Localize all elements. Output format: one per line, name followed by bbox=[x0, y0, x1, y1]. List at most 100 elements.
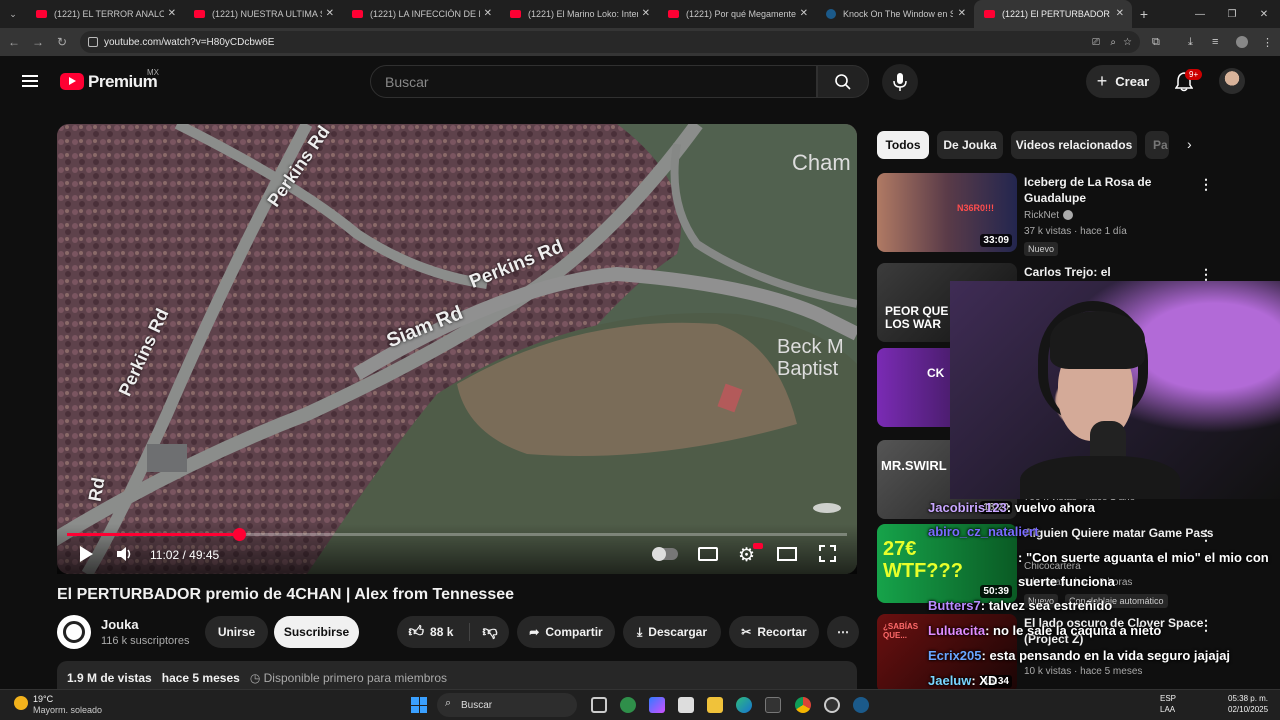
hamburger-menu-icon[interactable] bbox=[22, 75, 38, 87]
widgets-icon[interactable] bbox=[620, 697, 636, 713]
browser-tab[interactable]: (1221) El Marino Loko: Intentó ✕ bbox=[500, 0, 658, 28]
create-button[interactable]: + Crear bbox=[1086, 65, 1160, 98]
recommended-video[interactable]: N36R0!!! 33:09 Iceberg de La Rosa de Gua… bbox=[877, 173, 1277, 259]
channel-name[interactable]: Jouka bbox=[101, 617, 139, 632]
back-icon[interactable]: ← bbox=[2, 35, 26, 49]
search-button[interactable] bbox=[817, 65, 869, 98]
rec-menu-icon[interactable]: ⋮ bbox=[1199, 176, 1213, 193]
clock-date[interactable]: 02/10/2025 bbox=[1228, 705, 1268, 714]
url-field[interactable]: youtube.com/watch?v=H80yCDcbw6E ⎚ ⌕ ☆ bbox=[80, 31, 1140, 53]
chip-from-channel[interactable]: De Jouka bbox=[937, 131, 1003, 159]
browser-tab[interactable]: (1221) EL TERROR ANALOGICO ✕ bbox=[26, 0, 184, 28]
media-icon[interactable]: ≡ bbox=[1212, 28, 1218, 56]
chip-truncated[interactable]: Pa bbox=[1145, 131, 1169, 159]
copilot-icon[interactable] bbox=[649, 697, 665, 713]
like-dislike-group: 👍︎ 88 k 👎︎ bbox=[397, 616, 509, 648]
store-icon[interactable] bbox=[678, 697, 694, 713]
menu-kebab-icon[interactable]: ⋮ bbox=[1262, 28, 1273, 56]
obs-icon[interactable] bbox=[824, 697, 840, 713]
rec-channel[interactable]: RickNet bbox=[1024, 210, 1059, 221]
taskbar-search[interactable]: ⌕ Buscar bbox=[437, 693, 577, 717]
youtube-icon bbox=[194, 10, 205, 18]
clip-button[interactable]: ✂ Recortar bbox=[729, 616, 819, 648]
search-input[interactable]: Buscar bbox=[370, 65, 817, 98]
windows-taskbar: 19°C Mayorm. soleado ⌕ Buscar ESP LAA 05:… bbox=[0, 689, 1280, 720]
upload-age: hace 5 meses bbox=[161, 671, 240, 685]
more-icon: ⋯ bbox=[837, 625, 849, 639]
tab-search-icon[interactable]: ⌄ bbox=[0, 0, 26, 28]
rec-menu-icon[interactable]: ⋮ bbox=[1199, 617, 1213, 634]
site-info-icon[interactable] bbox=[88, 37, 98, 47]
chips-next-icon[interactable]: › bbox=[1187, 136, 1192, 152]
extensions-icon[interactable]: ⧉ bbox=[1152, 28, 1160, 56]
file-explorer-icon[interactable] bbox=[707, 697, 723, 713]
youtube-logo-icon[interactable] bbox=[60, 73, 84, 90]
video-title: El PERTURBADOR premio de 4CHAN | Alex fr… bbox=[57, 586, 515, 603]
chip-related[interactable]: Videos relacionados bbox=[1011, 131, 1137, 159]
play-icon[interactable] bbox=[80, 546, 93, 562]
join-button[interactable]: Unirse bbox=[205, 616, 268, 648]
share-button[interactable]: ➦ Compartir bbox=[517, 616, 615, 648]
download-icon[interactable]: ⤓ bbox=[1188, 28, 1193, 56]
chrome-icon[interactable] bbox=[795, 697, 811, 713]
browser-tab[interactable]: (1221) LA INFECCIÓN DE LOS TAPES ✕ bbox=[342, 0, 500, 28]
tab-close-icon[interactable]: ✕ bbox=[642, 8, 650, 19]
language-indicator-2[interactable]: LAA bbox=[1160, 705, 1175, 714]
task-view-icon[interactable] bbox=[591, 697, 607, 713]
chat-text: : no le sale la caquita a nieto bbox=[985, 623, 1162, 638]
minimize-icon[interactable]: — bbox=[1184, 0, 1216, 28]
tab-close-icon[interactable]: ✕ bbox=[958, 8, 966, 19]
steam-app-icon[interactable] bbox=[853, 697, 869, 713]
start-windows-icon[interactable] bbox=[411, 697, 427, 713]
chip-all[interactable]: Todos bbox=[877, 131, 929, 159]
browser-tab[interactable]: Knock On The Window en Steam ✕ bbox=[816, 0, 974, 28]
tab-close-icon[interactable]: ✕ bbox=[168, 8, 176, 19]
theater-mode-icon[interactable] bbox=[777, 547, 797, 561]
account-avatar[interactable] bbox=[1219, 68, 1245, 94]
fullscreen-icon[interactable] bbox=[819, 545, 836, 562]
browser-tab[interactable]: (1221) NUESTRA ULTIMA SONRISA ✕ bbox=[184, 0, 342, 28]
forward-icon[interactable]: → bbox=[26, 35, 50, 49]
scrubber-handle[interactable] bbox=[232, 528, 246, 541]
voice-search-button[interactable] bbox=[882, 64, 918, 100]
new-tab-button[interactable]: + bbox=[1132, 6, 1156, 22]
browser-tab[interactable]: (1221) El PERTURBADOR pr ✕ bbox=[974, 0, 1132, 28]
edge-icon[interactable] bbox=[736, 697, 752, 713]
zoom-icon[interactable]: ⌕ bbox=[1110, 37, 1116, 48]
subtitles-icon[interactable] bbox=[698, 547, 718, 561]
country-code: MX bbox=[147, 68, 159, 77]
close-window-icon[interactable]: ✕ bbox=[1248, 0, 1280, 28]
video-thumbnail[interactable]: N36R0!!! 33:09 bbox=[877, 173, 1017, 252]
autoplay-toggle[interactable] bbox=[652, 547, 678, 561]
dislike-button[interactable]: 👎︎ bbox=[476, 623, 497, 641]
tab-close-icon[interactable]: ✕ bbox=[1116, 8, 1124, 19]
reload-icon[interactable]: ↻ bbox=[50, 35, 74, 49]
video-player[interactable]: Perkins Rd Perkins Rd Perkins Rd Siam Rd… bbox=[57, 124, 857, 574]
like-button[interactable]: 👍︎ 88 k bbox=[408, 623, 471, 641]
weather-icon[interactable] bbox=[14, 696, 28, 710]
channel-avatar[interactable] bbox=[57, 615, 91, 649]
language-indicator[interactable]: ESP bbox=[1160, 694, 1176, 703]
thumbs-down-icon: 👎︎ bbox=[482, 623, 498, 640]
youtube-icon bbox=[352, 10, 363, 18]
chat-message: Jaeluw: XD bbox=[928, 673, 997, 688]
more-actions-button[interactable]: ⋯ bbox=[827, 616, 859, 648]
progress-bar[interactable] bbox=[67, 528, 847, 541]
restore-icon[interactable]: ❐ bbox=[1216, 0, 1248, 28]
tab-close-icon[interactable]: ✕ bbox=[326, 8, 334, 19]
profile-icon[interactable] bbox=[1236, 36, 1248, 48]
join-label: Unirse bbox=[217, 625, 256, 639]
clock-time[interactable]: 05:38 p. m. bbox=[1228, 694, 1268, 703]
chat-message: Jacobiris123: vuelvo ahora bbox=[928, 500, 1095, 515]
chat-text: : vuelvo ahora bbox=[1006, 500, 1095, 515]
subscribe-button[interactable]: Suscribirse bbox=[274, 616, 359, 648]
volume-icon[interactable] bbox=[116, 546, 134, 562]
tab-close-icon[interactable]: ✕ bbox=[800, 8, 808, 19]
browser-tab[interactable]: (1221) Por qué Megamente = U ✕ bbox=[658, 0, 816, 28]
terminal-icon[interactable] bbox=[765, 697, 781, 713]
cast-icon[interactable]: ⎚ bbox=[1092, 37, 1100, 48]
tab-close-icon[interactable]: ✕ bbox=[484, 8, 492, 19]
download-button[interactable]: ⤓ Descargar bbox=[623, 616, 721, 648]
bookmark-star-icon[interactable]: ☆ bbox=[1123, 37, 1132, 48]
rec-menu-icon[interactable]: ⋮ bbox=[1199, 527, 1213, 544]
